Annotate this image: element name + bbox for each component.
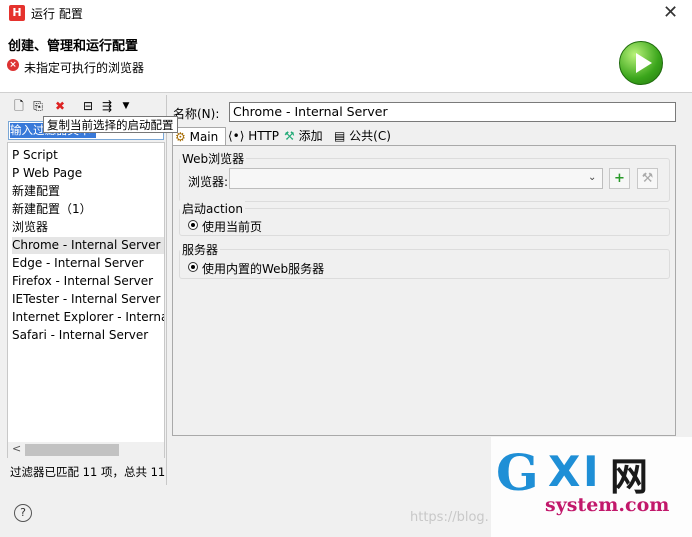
tree-item[interactable]: Firefox - Internal Server	[12, 273, 157, 290]
help-icon[interactable]: ?	[14, 504, 32, 522]
logo-letter-g: G	[496, 443, 539, 502]
window-title: 运行 配置	[31, 7, 83, 21]
server-group-title: 服务器	[180, 241, 221, 258]
logo-subtext: system.com	[545, 494, 670, 516]
filter-icon[interactable]: ⇶	[99, 98, 115, 114]
tab-label: Main	[189, 130, 219, 144]
browser-label: 浏览器:	[188, 175, 229, 189]
scroll-left-icon[interactable]: <	[12, 442, 21, 455]
tree-item[interactable]: Internet Explorer - Internal	[12, 309, 164, 326]
tree-item[interactable]: P Web Page	[12, 165, 86, 182]
new-config-icon[interactable]: 🗋	[11, 98, 27, 114]
browser-select[interactable]	[229, 168, 603, 189]
add-tab-icon: ⚒	[284, 129, 295, 143]
tab-common[interactable]: ▤ 公共(C)	[332, 127, 392, 146]
error-message: 未指定可执行的浏览器	[24, 61, 145, 75]
config-toolbar: 🗋 ⎘ ✖ ⊟ ⇶ ▼	[6, 98, 166, 118]
name-input[interactable]: Chrome - Internal Server	[229, 102, 676, 122]
web-browser-group-title: Web浏览器	[180, 150, 247, 167]
close-icon[interactable]: ✕	[663, 2, 678, 23]
error-icon: ×	[7, 59, 19, 71]
tree-item[interactable]: 新建配置（1）	[12, 201, 96, 218]
divider	[166, 95, 167, 485]
common-tab-icon: ▤	[334, 129, 346, 143]
tab-label: 公共(C)	[349, 129, 391, 143]
tree-item-selected[interactable]: Chrome - Internal Server	[12, 237, 164, 254]
use-current-page-radio[interactable]	[188, 220, 198, 230]
tree-item[interactable]: IETester - Internal Server	[12, 291, 164, 308]
duplicate-tooltip: 复制当前选择的启动配置	[43, 116, 178, 133]
tree-item[interactable]: 浏览器	[12, 219, 52, 236]
tab-http[interactable]: ⟨•⟩ HTTP	[226, 127, 280, 146]
watermark-url: https://blog.	[410, 510, 489, 525]
tab-main[interactable]: ⚙ Main	[172, 127, 226, 146]
http-tab-icon: ⟨•⟩	[228, 129, 245, 143]
use-builtin-server-label: 使用内置的Web服务器	[202, 262, 325, 276]
collapse-icon[interactable]: ⊟	[80, 98, 96, 114]
header-title: 创建、管理和运行配置	[8, 39, 139, 54]
tab-add[interactable]: ⚒ 添加	[282, 127, 332, 146]
duplicate-icon[interactable]: ⎘	[30, 98, 46, 114]
config-tree: P Script P Web Page 新建配置 新建配置（1） 浏览器 Chr…	[7, 142, 165, 458]
tree-item[interactable]: Edge - Internal Server	[12, 255, 148, 272]
name-label: 名称(N):	[173, 107, 220, 121]
configure-browser-button[interactable]: ⚒	[637, 168, 658, 189]
tab-label: 添加	[298, 129, 323, 143]
tab-label: HTTP	[248, 129, 279, 143]
add-browser-button[interactable]: +	[609, 168, 630, 189]
tree-item[interactable]: Safari - Internal Server	[12, 327, 152, 344]
start-action-group-title: 启动action	[180, 200, 245, 217]
chevron-down-icon[interactable]: ⌄	[588, 172, 596, 183]
run-icon	[619, 41, 663, 85]
logo-letter-i: I	[583, 447, 599, 496]
logo-char: 网	[610, 455, 649, 499]
filter-status: 过滤器已匹配 11 项，总共 11	[10, 465, 166, 479]
use-current-page-label: 使用当前页	[202, 220, 263, 234]
delete-icon[interactable]: ✖	[52, 98, 68, 114]
logo-letter-x: X	[548, 447, 581, 496]
tree-item[interactable]: 新建配置	[12, 183, 64, 200]
title-bar	[0, 0, 692, 27]
app-icon: H	[9, 5, 25, 21]
hscroll-thumb[interactable]	[25, 444, 119, 456]
tree-item[interactable]: P Script	[12, 147, 62, 164]
use-builtin-server-radio[interactable]	[188, 262, 198, 272]
dropdown-icon[interactable]: ▼	[118, 98, 134, 114]
